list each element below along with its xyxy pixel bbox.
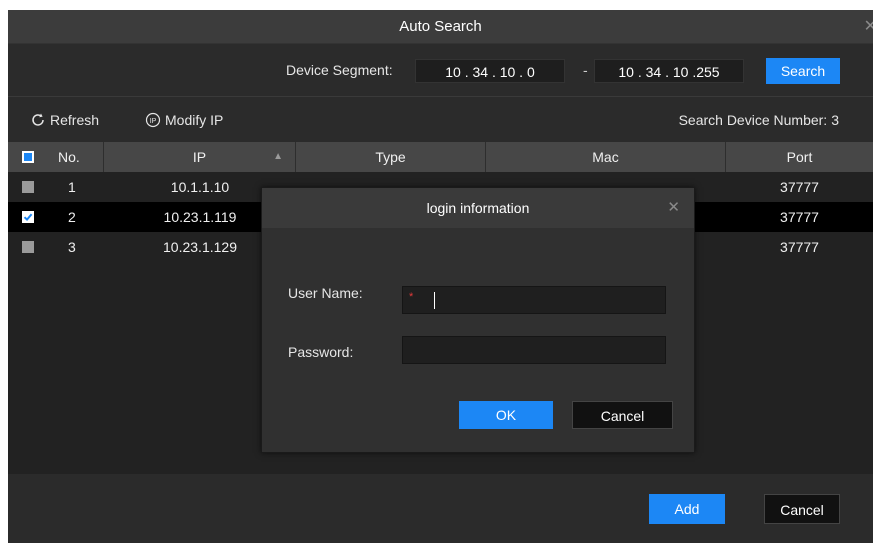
username-label: User Name: bbox=[288, 285, 363, 301]
text-caret bbox=[434, 292, 435, 309]
username-input[interactable]: * bbox=[402, 286, 666, 314]
modal-layer: login information ✕ User Name: * Passwor… bbox=[8, 10, 873, 543]
ok-button[interactable]: OK bbox=[459, 401, 553, 429]
close-icon[interactable]: ✕ bbox=[667, 198, 680, 216]
login-cancel-button[interactable]: Cancel bbox=[572, 401, 673, 429]
auto-search-window: Auto Search ✕ Device Segment: 10 . 34 . … bbox=[8, 10, 873, 543]
required-asterisk: * bbox=[409, 291, 414, 303]
login-dialog: login information ✕ User Name: * Passwor… bbox=[261, 187, 695, 453]
password-input[interactable] bbox=[402, 336, 666, 364]
login-dialog-title: login information bbox=[262, 188, 694, 228]
password-label: Password: bbox=[288, 344, 354, 360]
